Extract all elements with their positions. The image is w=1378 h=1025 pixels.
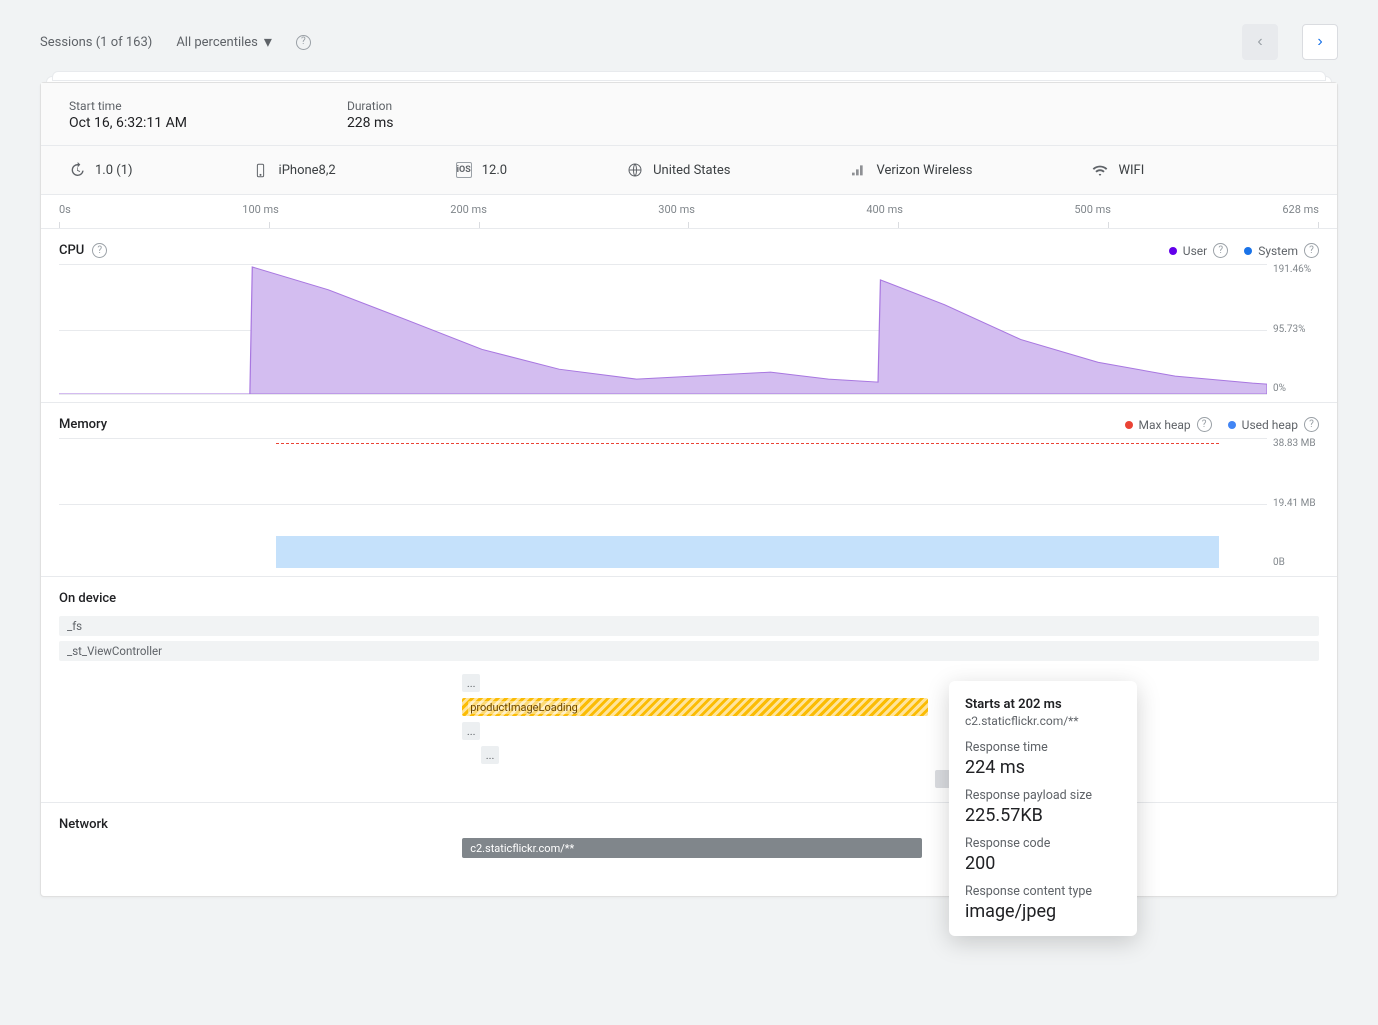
phone-icon bbox=[253, 162, 269, 178]
trace-chip-collapsed[interactable]: ... bbox=[481, 746, 499, 764]
tooltip-rt-label: Response time bbox=[965, 740, 1121, 755]
tooltip-start: Starts at 202 ms bbox=[965, 697, 1121, 712]
legend-usedheap: Used heap? bbox=[1228, 417, 1319, 432]
ruler-tick: 200 ms bbox=[450, 203, 487, 216]
duration-value: 228 ms bbox=[347, 115, 394, 131]
ruler-tick: 500 ms bbox=[1074, 203, 1111, 216]
globe-icon bbox=[627, 162, 643, 178]
network-section: Network c2.staticflickr.com/** Starts at… bbox=[41, 803, 1337, 896]
help-icon[interactable]: ? bbox=[1213, 243, 1228, 258]
meta-version: 1.0 (1) bbox=[95, 163, 133, 178]
signal-icon bbox=[850, 162, 866, 178]
trace-row-fs[interactable]: _fs bbox=[59, 616, 1319, 636]
trace-chip-product-image[interactable]: productImageLoading bbox=[462, 698, 928, 716]
session-card: Start time Oct 16, 6:32:11 AM Duration 2… bbox=[40, 82, 1338, 897]
network-tooltip: Starts at 202 ms c2.staticflickr.com/** … bbox=[949, 681, 1137, 936]
mem-y-mid: 19.41 MB bbox=[1273, 498, 1319, 509]
network-title: Network bbox=[59, 817, 108, 832]
timeline-ruler: 0s 100 ms 200 ms 300 ms 400 ms 500 ms 62… bbox=[41, 195, 1337, 229]
tooltip-rt-value: 224 ms bbox=[965, 757, 1121, 778]
ios-icon: iOS bbox=[456, 162, 472, 178]
memory-title: Memory bbox=[59, 417, 107, 432]
meta-country: United States bbox=[653, 163, 730, 178]
ondevice-section: On device _fs _st_ViewController ... pro… bbox=[41, 577, 1337, 803]
wifi-icon bbox=[1092, 162, 1108, 178]
start-time-value: Oct 16, 6:32:11 AM bbox=[69, 115, 187, 131]
ruler-tick: 300 ms bbox=[658, 203, 695, 216]
tooltip-code-label: Response code bbox=[965, 836, 1121, 851]
help-icon[interactable]: ? bbox=[1197, 417, 1212, 432]
history-icon bbox=[69, 162, 85, 178]
session-meta-row: 1.0 (1) iPhone8,2 iOS 12.0 United States… bbox=[41, 146, 1337, 195]
cpu-chart[interactable] bbox=[59, 264, 1267, 394]
prev-session-button[interactable]: ‹ bbox=[1242, 24, 1278, 60]
meta-carrier: Verizon Wireless bbox=[876, 163, 972, 178]
tooltip-ctype-label: Response content type bbox=[965, 884, 1121, 899]
meta-network: WIFI bbox=[1118, 163, 1144, 178]
cpu-y-mid: 95.73% bbox=[1273, 324, 1319, 335]
used-heap-area bbox=[276, 536, 1218, 568]
trace-chip-collapsed[interactable]: ... bbox=[462, 674, 480, 692]
tooltip-code-value: 200 bbox=[965, 853, 1121, 874]
cpu-y-min: 0% bbox=[1273, 383, 1319, 394]
legend-user: User? bbox=[1169, 243, 1228, 258]
memory-section: Memory Max heap? Used heap? 38.83 MB 19.… bbox=[41, 403, 1337, 577]
help-icon[interactable]: ? bbox=[1304, 243, 1319, 258]
ruler-tick: 628 ms bbox=[1282, 203, 1319, 216]
mem-y-min: 0B bbox=[1273, 557, 1319, 568]
cpu-title: CPU bbox=[59, 243, 84, 258]
tooltip-size-value: 225.57KB bbox=[965, 805, 1121, 826]
duration-label: Duration bbox=[347, 99, 394, 113]
help-icon[interactable]: ? bbox=[296, 35, 311, 50]
ondevice-title: On device bbox=[59, 591, 116, 606]
tooltip-url: c2.staticflickr.com/** bbox=[965, 714, 1121, 728]
tooltip-size-label: Response payload size bbox=[965, 788, 1121, 803]
percentile-dropdown[interactable]: All percentiles ▾ bbox=[176, 34, 272, 50]
tooltip-ctype-value: image/jpeg bbox=[965, 901, 1121, 922]
chevron-right-icon: › bbox=[1317, 34, 1322, 50]
ruler-tick: 100 ms bbox=[242, 203, 279, 216]
next-session-button[interactable]: › bbox=[1302, 24, 1338, 60]
meta-os: 12.0 bbox=[482, 163, 507, 178]
help-icon[interactable]: ? bbox=[1304, 417, 1319, 432]
memory-chart[interactable] bbox=[59, 438, 1267, 568]
legend-maxheap: Max heap? bbox=[1125, 417, 1212, 432]
mem-y-max: 38.83 MB bbox=[1273, 438, 1319, 449]
cpu-section: CPU ? User? System? 191.46% 95.73% 0% bbox=[41, 229, 1337, 403]
ruler-tick: 0s bbox=[59, 203, 71, 216]
meta-device: iPhone8,2 bbox=[279, 163, 336, 178]
legend-system: System? bbox=[1244, 243, 1319, 258]
session-header: Start time Oct 16, 6:32:11 AM Duration 2… bbox=[41, 83, 1337, 146]
trace-row-viewcontroller[interactable]: _st_ViewController bbox=[59, 641, 1319, 661]
percentile-label: All percentiles bbox=[176, 35, 258, 50]
network-request-bar[interactable]: c2.staticflickr.com/** bbox=[462, 838, 922, 858]
chevron-left-icon: ‹ bbox=[1257, 34, 1262, 50]
trace-chip-collapsed[interactable]: ... bbox=[462, 722, 480, 740]
sessions-count: Sessions (1 of 163) bbox=[40, 35, 152, 50]
cpu-y-max: 191.46% bbox=[1273, 264, 1319, 275]
start-time-label: Start time bbox=[69, 99, 187, 113]
max-heap-line bbox=[276, 443, 1218, 444]
chevron-down-icon: ▾ bbox=[264, 34, 272, 50]
help-icon[interactable]: ? bbox=[92, 243, 107, 258]
ruler-tick: 400 ms bbox=[866, 203, 903, 216]
